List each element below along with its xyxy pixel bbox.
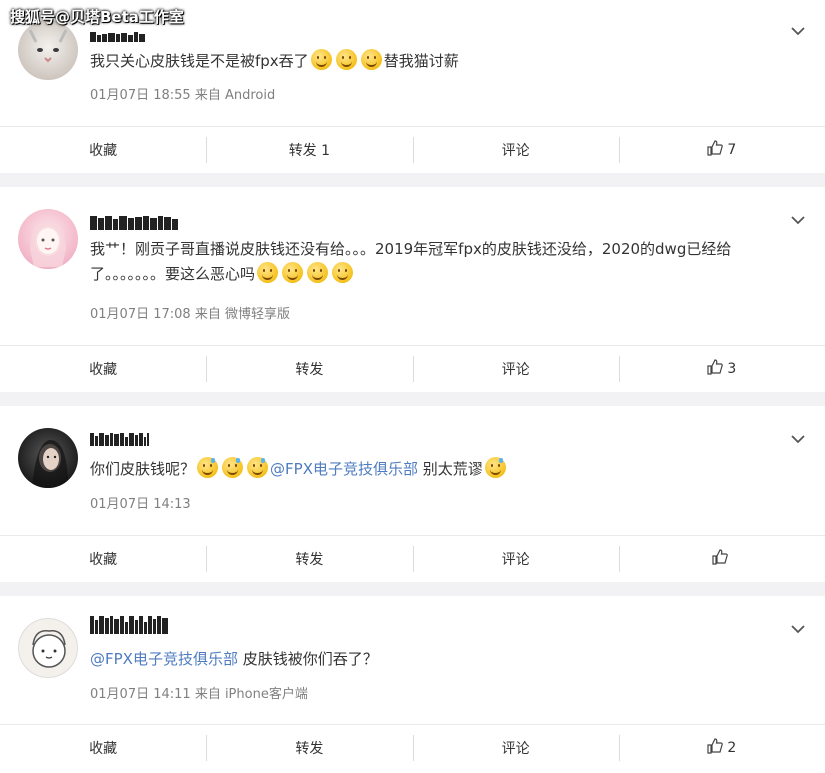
comment-meta: 01月07日 14:13 — [90, 497, 191, 512]
content-text: 我只关心皮肤钱是不是被fpx吞了 — [90, 52, 309, 70]
thumbs-up-icon — [707, 737, 724, 758]
cartoon-avatar-art — [32, 630, 66, 668]
comment-button[interactable]: 评论 — [412, 725, 619, 770]
like-count: 7 — [727, 141, 737, 158]
like-button[interactable]: 7 — [618, 127, 825, 172]
content-text: 替我猫讨薪 — [383, 52, 459, 70]
repost-label: 转发 — [295, 551, 324, 568]
collect-button[interactable]: 收藏 — [0, 536, 206, 581]
avatar[interactable] — [18, 209, 78, 269]
comment-label: 评论 — [501, 361, 530, 378]
smile-emoji-icon — [282, 262, 304, 283]
action-bar: 收藏 转发 评论 2 — [0, 724, 825, 770]
repost-button[interactable]: 转发 — [206, 346, 412, 391]
like-button[interactable] — [618, 536, 825, 581]
repost-button[interactable]: 转发 — [206, 536, 412, 581]
collect-label: 收藏 — [89, 740, 118, 757]
content-text: 你们皮肤钱呢？ — [90, 460, 196, 478]
collect-label: 收藏 — [89, 551, 118, 568]
collect-button[interactable]: 收藏 — [0, 346, 206, 391]
like-count: 3 — [727, 360, 737, 377]
comment-content: 我只关心皮肤钱是不是被fpx吞了 替我猫讨薪 — [90, 49, 785, 74]
avatar[interactable] — [18, 428, 78, 488]
action-bar: 收藏 转发 评论 — [0, 535, 825, 581]
chevron-down-icon[interactable] — [791, 624, 805, 636]
comment-label: 评论 — [501, 142, 530, 159]
like-button[interactable]: 3 — [618, 346, 825, 391]
collect-label: 收藏 — [89, 361, 118, 378]
comment-meta: 01月07日 14:11 来自 iPhone客户端 — [90, 687, 308, 702]
action-bar: 收藏 转发 1 评论 7 — [0, 126, 825, 172]
smile-emoji-icon — [332, 262, 354, 283]
girl-avatar-art — [30, 220, 66, 267]
sweat-smile-emoji-icon — [197, 457, 219, 478]
comment-card: @FPX电子竞技俱乐部 皮肤钱被你们吞了？ 01月07日 14:11 来自 iP… — [0, 596, 825, 773]
comment-meta: 01月07日 18:55 来自 Android — [90, 88, 276, 103]
avatar[interactable] — [18, 20, 78, 80]
comment-button[interactable]: 评论 — [412, 536, 619, 581]
comment-content: 我艹！刚贡子哥直播说皮肤钱还没有给。。。2019年冠军fpx的皮肤钱还没给，20… — [90, 237, 785, 287]
watermark: 搜狐号@贝塔Beta工作室 — [10, 8, 184, 26]
sweat-smile-emoji-icon — [222, 457, 244, 478]
chevron-down-icon[interactable] — [791, 434, 805, 446]
repost-label: 转发 — [295, 361, 324, 378]
smile-emoji-icon — [307, 262, 329, 283]
collect-button[interactable]: 收藏 — [0, 725, 206, 770]
comment-meta: 01月07日 17:08 来自 微博轻享版 — [90, 307, 290, 322]
cat-avatar-art — [28, 29, 68, 63]
comment-button[interactable]: 评论 — [412, 346, 619, 391]
comment-content: 你们皮肤钱呢？ @FPX电子竞技俱乐部 别太荒谬 — [90, 457, 785, 482]
chevron-down-icon[interactable] — [791, 215, 805, 227]
thumbs-up-icon — [712, 548, 728, 569]
content-text: 我艹！刚贡子哥直播说皮肤钱还没有给。。。2019年冠军fpx的皮肤钱还没给，20… — [90, 240, 732, 283]
like-button[interactable]: 2 — [618, 725, 825, 770]
content-text: 别太荒谬 — [417, 460, 483, 478]
repost-label: 转发 1 — [288, 142, 331, 159]
smile-emoji-icon — [335, 49, 357, 70]
repost-button[interactable]: 转发 — [206, 725, 412, 770]
action-bar: 收藏 转发 评论 3 — [0, 345, 825, 391]
username-obscured[interactable] — [90, 212, 178, 230]
comment-button[interactable]: 评论 — [412, 127, 619, 172]
avatar[interactable] — [18, 618, 78, 678]
comment-content: @FPX电子竞技俱乐部 皮肤钱被你们吞了？ — [90, 647, 785, 672]
username-obscured[interactable] — [90, 428, 149, 446]
repost-button[interactable]: 转发 1 — [206, 127, 412, 172]
collect-button[interactable]: 收藏 — [0, 127, 206, 172]
collect-label: 收藏 — [89, 142, 118, 159]
comment-card: 你们皮肤钱呢？ @FPX电子竞技俱乐部 别太荒谬 01月07日 14:13 收藏 … — [0, 406, 825, 582]
thumbs-up-icon — [707, 139, 724, 160]
sweat-smile-emoji-icon — [484, 457, 506, 478]
sweat-smile-emoji-icon — [247, 457, 269, 478]
mention-link[interactable]: @FPX电子竞技俱乐部 — [90, 650, 238, 668]
dark-avatar-art — [32, 440, 68, 488]
repost-label: 转发 — [295, 740, 324, 757]
mention-link[interactable]: @FPX电子竞技俱乐部 — [270, 460, 418, 478]
chevron-down-icon[interactable] — [791, 26, 805, 38]
thumbs-up-icon — [707, 358, 724, 379]
like-count: 2 — [727, 739, 737, 756]
comment-label: 评论 — [501, 740, 530, 757]
comment-card: 我艹！刚贡子哥直播说皮肤钱还没有给。。。2019年冠军fpx的皮肤钱还没给，20… — [0, 187, 825, 392]
content-text: 皮肤钱被你们吞了？ — [237, 650, 378, 668]
comment-label: 评论 — [501, 551, 530, 568]
smile-emoji-icon — [257, 262, 279, 283]
username-obscured[interactable] — [90, 616, 168, 634]
smile-emoji-icon — [360, 49, 382, 70]
smile-emoji-icon — [310, 49, 332, 70]
